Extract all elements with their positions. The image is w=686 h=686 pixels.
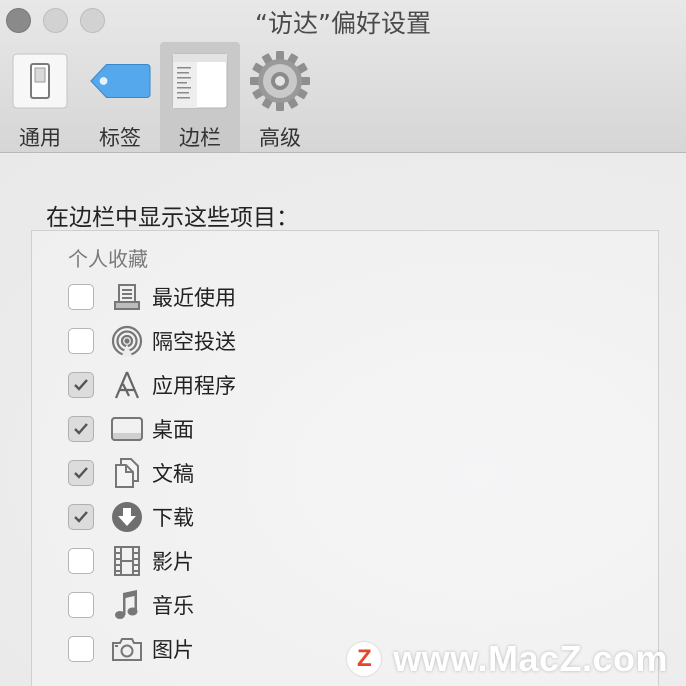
sidebar-icon	[169, 50, 231, 112]
macz-logo-icon: Z	[347, 642, 382, 676]
tab-advanced[interactable]: 高级	[240, 42, 320, 152]
documents-label: 文稿	[152, 462, 194, 486]
recents-icon	[110, 280, 144, 314]
applications-label: 应用程序	[152, 374, 236, 398]
airdrop-checkbox[interactable]	[68, 328, 94, 354]
desktop-checkbox[interactable]	[68, 416, 94, 442]
window-title: “访达”偏好设置	[255, 9, 431, 38]
recents-checkbox[interactable]	[68, 284, 94, 310]
window-titlebar: “访达”偏好设置 通用 标签 边栏 高级	[0, 0, 686, 153]
list-item-pictures: 图片	[68, 627, 236, 671]
general-switch-icon	[9, 50, 71, 112]
applications-checkbox[interactable]	[68, 372, 94, 398]
section-favorites-header: 个人收藏	[68, 247, 148, 271]
tab-tags[interactable]: 标签	[80, 42, 160, 152]
gear-icon	[249, 50, 311, 112]
pictures-icon	[110, 632, 144, 666]
tab-general-label: 通用	[19, 126, 61, 150]
tag-icon	[89, 50, 151, 112]
sidebar-preferences-pane: 在边栏中显示这些项目： 个人收藏 最近使用 隔空投送 应用程序 桌面 文稿 下载…	[0, 154, 686, 686]
site-watermark: Z www.MacZ.com	[347, 638, 668, 680]
tab-general[interactable]: 通用	[0, 42, 80, 152]
pane-heading: 在边栏中显示这些项目：	[46, 205, 299, 231]
movies-checkbox[interactable]	[68, 548, 94, 574]
airdrop-icon	[110, 324, 144, 358]
desktop-icon	[110, 412, 144, 446]
favorites-list: 最近使用 隔空投送 应用程序 桌面 文稿 下载 影片 音乐 图片	[68, 275, 236, 671]
list-item-documents: 文稿	[68, 451, 236, 495]
list-item-downloads: 下载	[68, 495, 236, 539]
list-item-applications: 应用程序	[68, 363, 236, 407]
recents-label: 最近使用	[152, 286, 236, 310]
pictures-label: 图片	[152, 638, 194, 662]
pictures-checkbox[interactable]	[68, 636, 94, 662]
airdrop-label: 隔空投送	[152, 330, 236, 354]
music-checkbox[interactable]	[68, 592, 94, 618]
checkmark-icon	[74, 423, 88, 435]
sidebar-items-panel: 个人收藏 最近使用 隔空投送 应用程序 桌面 文稿 下载 影片 音乐 图片	[31, 230, 659, 686]
documents-icon	[110, 456, 144, 490]
checkmark-icon	[74, 467, 88, 479]
movies-label: 影片	[152, 550, 194, 574]
downloads-icon	[110, 500, 144, 534]
tab-advanced-label: 高级	[259, 126, 301, 150]
checkmark-icon	[74, 379, 88, 391]
music-label: 音乐	[152, 594, 194, 618]
tab-sidebar[interactable]: 边栏	[160, 42, 240, 152]
tab-tags-label: 标签	[99, 126, 141, 150]
desktop-label: 桌面	[152, 418, 194, 442]
logo-letter: Z	[356, 645, 372, 672]
list-item-recents: 最近使用	[68, 275, 236, 319]
preferences-toolbar: 通用 标签 边栏 高级	[0, 42, 320, 152]
list-item-desktop: 桌面	[68, 407, 236, 451]
movies-icon	[110, 544, 144, 578]
list-item-airdrop: 隔空投送	[68, 319, 236, 363]
list-item-music: 音乐	[68, 583, 236, 627]
watermark-text: www.MacZ.com	[393, 638, 668, 679]
music-icon	[110, 588, 144, 622]
downloads-label: 下载	[152, 506, 194, 530]
downloads-checkbox[interactable]	[68, 504, 94, 530]
applications-icon	[110, 368, 144, 402]
documents-checkbox[interactable]	[68, 460, 94, 486]
list-item-movies: 影片	[68, 539, 236, 583]
tab-sidebar-label: 边栏	[179, 126, 221, 150]
checkmark-icon	[74, 511, 88, 523]
